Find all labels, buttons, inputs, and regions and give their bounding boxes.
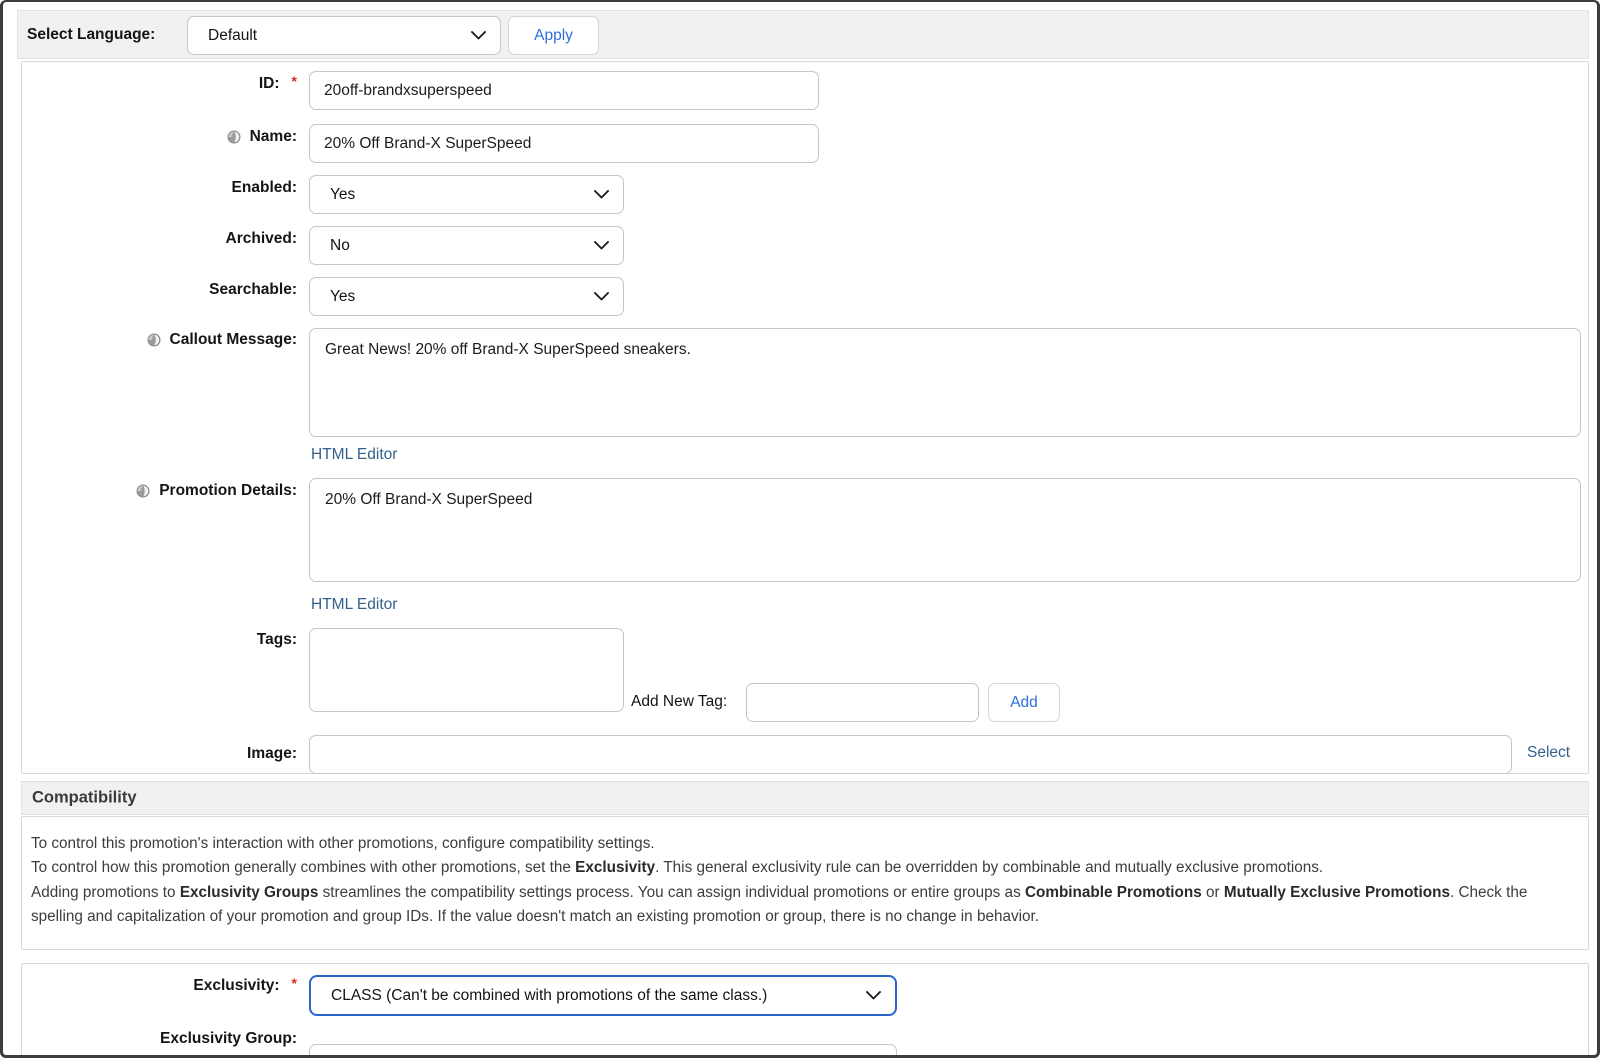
promotion-details-label: Promotion Details: (22, 482, 297, 500)
tags-label: Tags: (22, 631, 297, 649)
chevron-down-icon (471, 31, 486, 40)
image-field[interactable] (309, 735, 1512, 774)
compatibility-header: Compatibility (32, 789, 137, 808)
add-new-tag-label: Add New Tag: (631, 693, 727, 711)
exclusivity-panel: Exclusivity:* CLASS (Can't be combined w… (21, 963, 1589, 1058)
callout-message-label: Callout Message: (22, 331, 297, 349)
compatibility-text-panel: To control this promotion's interaction … (21, 816, 1589, 950)
callout-html-editor-link[interactable]: HTML Editor (311, 446, 397, 464)
globe-icon (147, 333, 161, 347)
name-field[interactable] (309, 124, 819, 163)
id-label: ID:* (22, 75, 297, 93)
archived-label: Archived: (22, 230, 297, 248)
globe-icon (227, 130, 241, 144)
callout-message-textarea[interactable]: Great News! 20% off Brand-X SuperSpeed s… (309, 328, 1581, 437)
language-select-value: Default (208, 27, 257, 45)
searchable-select-value: Yes (330, 288, 355, 306)
select-language-label: Select Language: (27, 26, 155, 44)
exclusivity-select[interactable]: CLASS (Can't be combined with promotions… (309, 975, 897, 1016)
exclusivity-label: Exclusivity:* (22, 977, 297, 995)
enabled-select-value: Yes (330, 186, 355, 204)
promotion-edit-page: Select Language: Default Apply ID:* Name… (0, 0, 1600, 1058)
name-label: Name: (22, 128, 297, 146)
searchable-label: Searchable: (22, 281, 297, 299)
add-new-tag-input[interactable] (746, 683, 979, 722)
archived-select[interactable]: No (309, 226, 624, 265)
exclusivity-group-label: Exclusivity Group: (22, 1030, 297, 1048)
id-field[interactable] (309, 71, 819, 110)
chevron-down-icon (594, 190, 609, 199)
chevron-down-icon (594, 292, 609, 301)
exclusivity-group-field[interactable] (309, 1044, 897, 1058)
apply-button[interactable]: Apply (508, 16, 599, 55)
enabled-select[interactable]: Yes (309, 175, 624, 214)
language-select[interactable]: Default (187, 16, 501, 55)
enabled-label: Enabled: (22, 179, 297, 197)
tags-textarea[interactable] (309, 628, 624, 712)
image-label: Image: (22, 745, 297, 763)
compatibility-description: To control this promotion's interaction … (31, 832, 1558, 930)
promotion-details-textarea[interactable]: 20% Off Brand-X SuperSpeed (309, 478, 1581, 582)
compatibility-section-bar: Compatibility (21, 781, 1589, 815)
add-tag-button[interactable]: Add (988, 683, 1060, 722)
globe-icon (136, 484, 150, 498)
general-form-panel: ID:* Name: Enabled: Yes Archived: No Sea… (21, 61, 1589, 774)
required-asterisk: * (292, 73, 297, 89)
chevron-down-icon (594, 241, 609, 250)
searchable-select[interactable]: Yes (309, 277, 624, 316)
image-select-link[interactable]: Select (1527, 744, 1570, 762)
chevron-down-icon (866, 991, 881, 1000)
required-asterisk: * (292, 975, 297, 991)
exclusivity-select-value: CLASS (Can't be combined with promotions… (331, 987, 767, 1005)
details-html-editor-link[interactable]: HTML Editor (311, 596, 397, 614)
archived-select-value: No (330, 237, 350, 255)
language-bar: Select Language: Default Apply (17, 10, 1589, 59)
